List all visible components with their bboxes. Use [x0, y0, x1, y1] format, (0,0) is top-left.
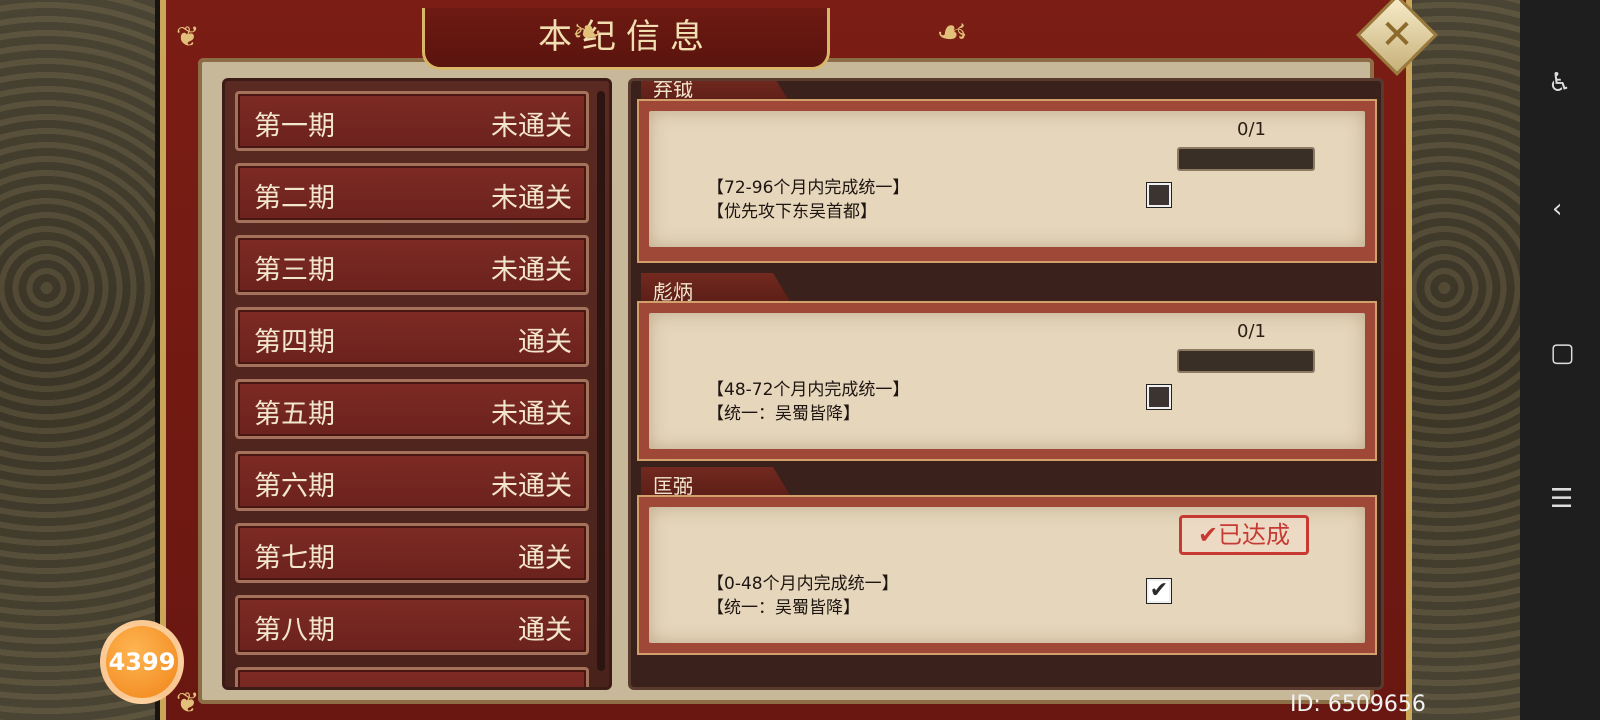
period-item[interactable]: 第一期 未通关 — [235, 91, 589, 151]
achievement-condition: 【0-48个月内完成统一】 — [707, 574, 899, 594]
achievement-paper: ✔已达成 【0-48个月内完成统一】 【统一：吴蜀皆降】 ✔ — [649, 507, 1365, 643]
scroll-ornament-left-icon: ❧ — [572, 12, 603, 53]
period-item[interactable]: 第七期 通关 — [235, 523, 589, 583]
scroll-ornament-right-icon: ☙ — [936, 12, 969, 53]
period-item[interactable]: 第二期 未通关 — [235, 163, 589, 223]
achievement-checkbox — [1147, 385, 1171, 409]
period-status: 未通关 — [491, 471, 572, 502]
achievement-tab: 匡弼 — [641, 467, 791, 497]
period-name: 第七期 — [254, 543, 335, 574]
achievement-checkbox — [1147, 183, 1171, 207]
achievement-card: 0/1 【72-96个月内完成统一】 【优先攻下东吴首都】 — [637, 99, 1377, 263]
achieved-stamp: ✔已达成 — [1179, 515, 1309, 555]
achievement-condition: 【统一：吴蜀皆降】 — [707, 598, 860, 618]
accessibility-icon[interactable]: ♿ — [1548, 70, 1571, 96]
period-status: 未通关 — [491, 111, 572, 142]
achievement-paper: 0/1 【48-72个月内完成统一】 【统一：吴蜀皆降】 — [649, 313, 1365, 449]
period-list[interactable]: 第一期 未通关 第二期 未通关 第三期 未通关 第四期 通关 第五期 未通关 第… — [222, 78, 612, 690]
achievement-condition: 【优先攻下东吴首都】 — [707, 202, 877, 222]
period-item[interactable]: 第八期 通关 — [235, 595, 589, 655]
achievement-card: 0/1 【48-72个月内完成统一】 【统一：吴蜀皆降】 — [637, 301, 1377, 461]
period-status: 通关 — [518, 615, 572, 646]
period-name: 第四期 — [254, 327, 335, 358]
achievement-progress-bar — [1177, 349, 1315, 373]
period-list-scrollbar[interactable] — [597, 91, 605, 671]
period-status: 通关 — [518, 543, 572, 574]
dialog-title: 本纪信息 — [538, 17, 714, 57]
achievement-condition: 【48-72个月内完成统一】 — [707, 380, 910, 400]
achievement-condition: 【72-96个月内完成统一】 — [707, 178, 910, 198]
achievement-checkbox-checked: ✔ — [1147, 579, 1171, 603]
achievement-paper: 0/1 【72-96个月内完成统一】 【优先攻下东吴首都】 — [649, 111, 1365, 247]
period-name: 第二期 — [254, 183, 335, 214]
achievement-card: ✔已达成 【0-48个月内完成统一】 【统一：吴蜀皆降】 ✔ — [637, 495, 1377, 655]
period-name: 第五期 — [254, 399, 335, 430]
menu-icon[interactable]: ☰ — [1550, 486, 1573, 512]
period-item[interactable]: 第六期 未通关 — [235, 451, 589, 511]
period-item[interactable]: 第五期 未通关 — [235, 379, 589, 439]
home-icon[interactable]: ▢ — [1550, 340, 1575, 366]
period-name: 第八期 — [254, 615, 335, 646]
period-status: 未通关 — [491, 399, 572, 430]
corner-ornament-icon: ❦ — [176, 20, 200, 53]
background-dragon-left — [0, 0, 155, 720]
background-dragon-right — [1412, 0, 1520, 720]
achievement-condition: 【统一：吴蜀皆降】 — [707, 404, 860, 424]
period-item[interactable]: 第三期 未通关 — [235, 235, 589, 295]
title-banner: 本纪信息 — [422, 8, 830, 70]
period-item[interactable]: 第四期 通关 — [235, 307, 589, 367]
period-name: 第一期 — [254, 111, 335, 142]
user-id: ID: 6509656 — [1290, 692, 1426, 717]
achievement-progress-text: 0/1 — [1237, 119, 1266, 140]
achievement-tab: 彪炳 — [641, 273, 791, 303]
achievement-progress-text: 0/1 — [1237, 321, 1266, 342]
system-edge-bar: ♿ ‹ ▢ ☰ — [1520, 0, 1600, 720]
period-item-partial[interactable] — [235, 667, 589, 687]
back-icon[interactable]: ‹ — [1552, 196, 1562, 222]
floating-4399-button[interactable]: 4399 — [100, 620, 184, 704]
period-status: 未通关 — [491, 183, 572, 214]
corner-ornament-icon: ❦ — [176, 686, 200, 719]
achievement-progress-bar — [1177, 147, 1315, 171]
period-status: 通关 — [518, 327, 572, 358]
close-x-icon[interactable]: ✕ — [1368, 6, 1426, 64]
achievement-list[interactable]: 弃钺 0/1 【72-96个月内完成统一】 【优先攻下东吴首都】 彪炳 0/1 … — [628, 78, 1384, 690]
period-name: 第六期 — [254, 471, 335, 502]
period-name: 第三期 — [254, 255, 335, 286]
period-status: 未通关 — [491, 255, 572, 286]
